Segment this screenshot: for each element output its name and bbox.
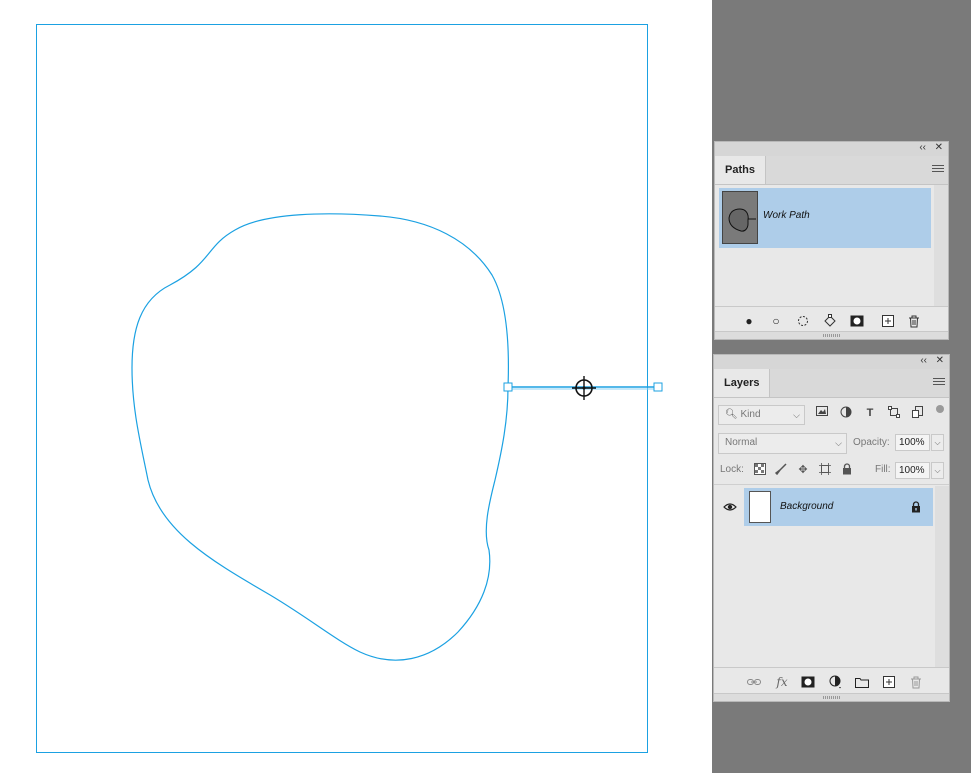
- fx-icon[interactable]: fx: [775, 675, 789, 689]
- adjustment-layer-icon[interactable]: [829, 675, 843, 689]
- layer-name: Background: [780, 501, 834, 512]
- lock-label: Lock:: [720, 464, 744, 475]
- lock-image-pixels-icon[interactable]: [774, 463, 788, 477]
- lock-position-icon[interactable]: ✥: [796, 463, 810, 477]
- layers-toolbar: fx: [714, 667, 949, 696]
- blend-mode-select[interactable]: Normal ⌵: [718, 433, 847, 454]
- divider: [714, 484, 949, 485]
- path-name: Work Path: [763, 210, 810, 221]
- chevron-down-icon: ⌵: [835, 438, 842, 448]
- chevron-down-icon[interactable]: ⌵: [931, 462, 944, 479]
- group-folder-icon[interactable]: [855, 675, 869, 689]
- new-layer-icon[interactable]: [882, 675, 896, 689]
- path-anchor-point[interactable]: [503, 382, 513, 392]
- blend-mode-label: Normal: [725, 437, 758, 448]
- path-row-work-path[interactable]: Work Path: [719, 188, 931, 248]
- load-as-selection-icon[interactable]: [796, 314, 810, 328]
- image-filter-icon[interactable]: [815, 406, 829, 420]
- layer-row-background[interactable]: Background: [744, 488, 933, 526]
- close-icon[interactable]: ✕: [935, 142, 943, 154]
- panel-resize-grip[interactable]: [715, 331, 948, 339]
- layers-tab-row: Layers: [714, 369, 949, 398]
- trash-icon[interactable]: [909, 675, 923, 689]
- shape-filter-icon[interactable]: [887, 406, 901, 420]
- layer-visibility-toggle[interactable]: [718, 488, 742, 526]
- panel-resize-grip[interactable]: [714, 693, 949, 701]
- panel-top-bar: ‹‹ ✕: [715, 142, 948, 156]
- path-thumbnail-shape: [728, 208, 756, 232]
- double-chevron-left-icon[interactable]: ‹‹: [919, 142, 926, 154]
- smart-object-filter-icon[interactable]: [911, 406, 925, 420]
- eye-icon: [723, 503, 737, 511]
- fill-path-icon[interactable]: ●: [742, 314, 756, 328]
- opacity-label: Opacity:: [853, 437, 890, 448]
- delete-path-icon[interactable]: [907, 314, 921, 328]
- direction-handle-point[interactable]: [653, 382, 663, 392]
- lock-all-icon[interactable]: [840, 463, 854, 477]
- add-mask-icon[interactable]: [850, 314, 864, 328]
- stroke-path-icon[interactable]: ○: [769, 314, 783, 328]
- panel-menu-icon[interactable]: [932, 163, 944, 175]
- fill-value[interactable]: 100%: [895, 462, 930, 479]
- fill-label: Fill:: [875, 464, 891, 475]
- tab-paths[interactable]: Paths: [715, 156, 766, 184]
- opacity-value[interactable]: 100%: [895, 434, 930, 451]
- canvas-area[interactable]: [0, 0, 712, 773]
- path-thumbnail: [722, 191, 758, 244]
- link-layers-icon[interactable]: [747, 675, 761, 689]
- kind-filter-label: Kind: [740, 409, 761, 420]
- adjustment-filter-icon[interactable]: [839, 406, 853, 420]
- type-filter-icon[interactable]: T: [863, 406, 877, 420]
- layer-thumbnail: [749, 491, 771, 523]
- lock-artboard-icon[interactable]: [818, 463, 832, 477]
- panel-menu-icon[interactable]: [933, 376, 945, 388]
- canvas-svg[interactable]: [0, 0, 712, 773]
- layer-lock-icon: [911, 501, 921, 516]
- lock-transparent-pixels-icon[interactable]: [753, 463, 767, 477]
- chevron-down-icon: ⌵: [793, 410, 800, 420]
- panel-top-bar: ‹‹ ✕: [714, 355, 949, 369]
- kind-filter-select[interactable]: 🔍︎ Kind ⌵: [718, 405, 805, 425]
- chevron-down-icon[interactable]: ⌵: [931, 434, 944, 451]
- paths-scrollbar[interactable]: [934, 185, 948, 306]
- double-chevron-left-icon[interactable]: ‹‹: [920, 355, 927, 367]
- add-mask-icon[interactable]: [801, 675, 815, 689]
- make-work-path-icon[interactable]: [823, 314, 837, 328]
- layers-panel: ‹‹ ✕ Layers 🔍︎ Kind ⌵ T Normal ⌵ Opacity…: [713, 354, 950, 702]
- new-path-icon[interactable]: [881, 314, 895, 328]
- filter-toggle-dot[interactable]: [936, 405, 944, 413]
- close-icon[interactable]: ✕: [936, 355, 944, 367]
- tab-layers[interactable]: Layers: [714, 369, 771, 397]
- search-icon: 🔍︎: [725, 409, 738, 420]
- layers-scrollbar[interactable]: [935, 486, 949, 667]
- paths-tab-row: Paths: [715, 156, 948, 185]
- paths-panel: ‹‹ ✕ Paths Work Path ● ○: [714, 141, 949, 340]
